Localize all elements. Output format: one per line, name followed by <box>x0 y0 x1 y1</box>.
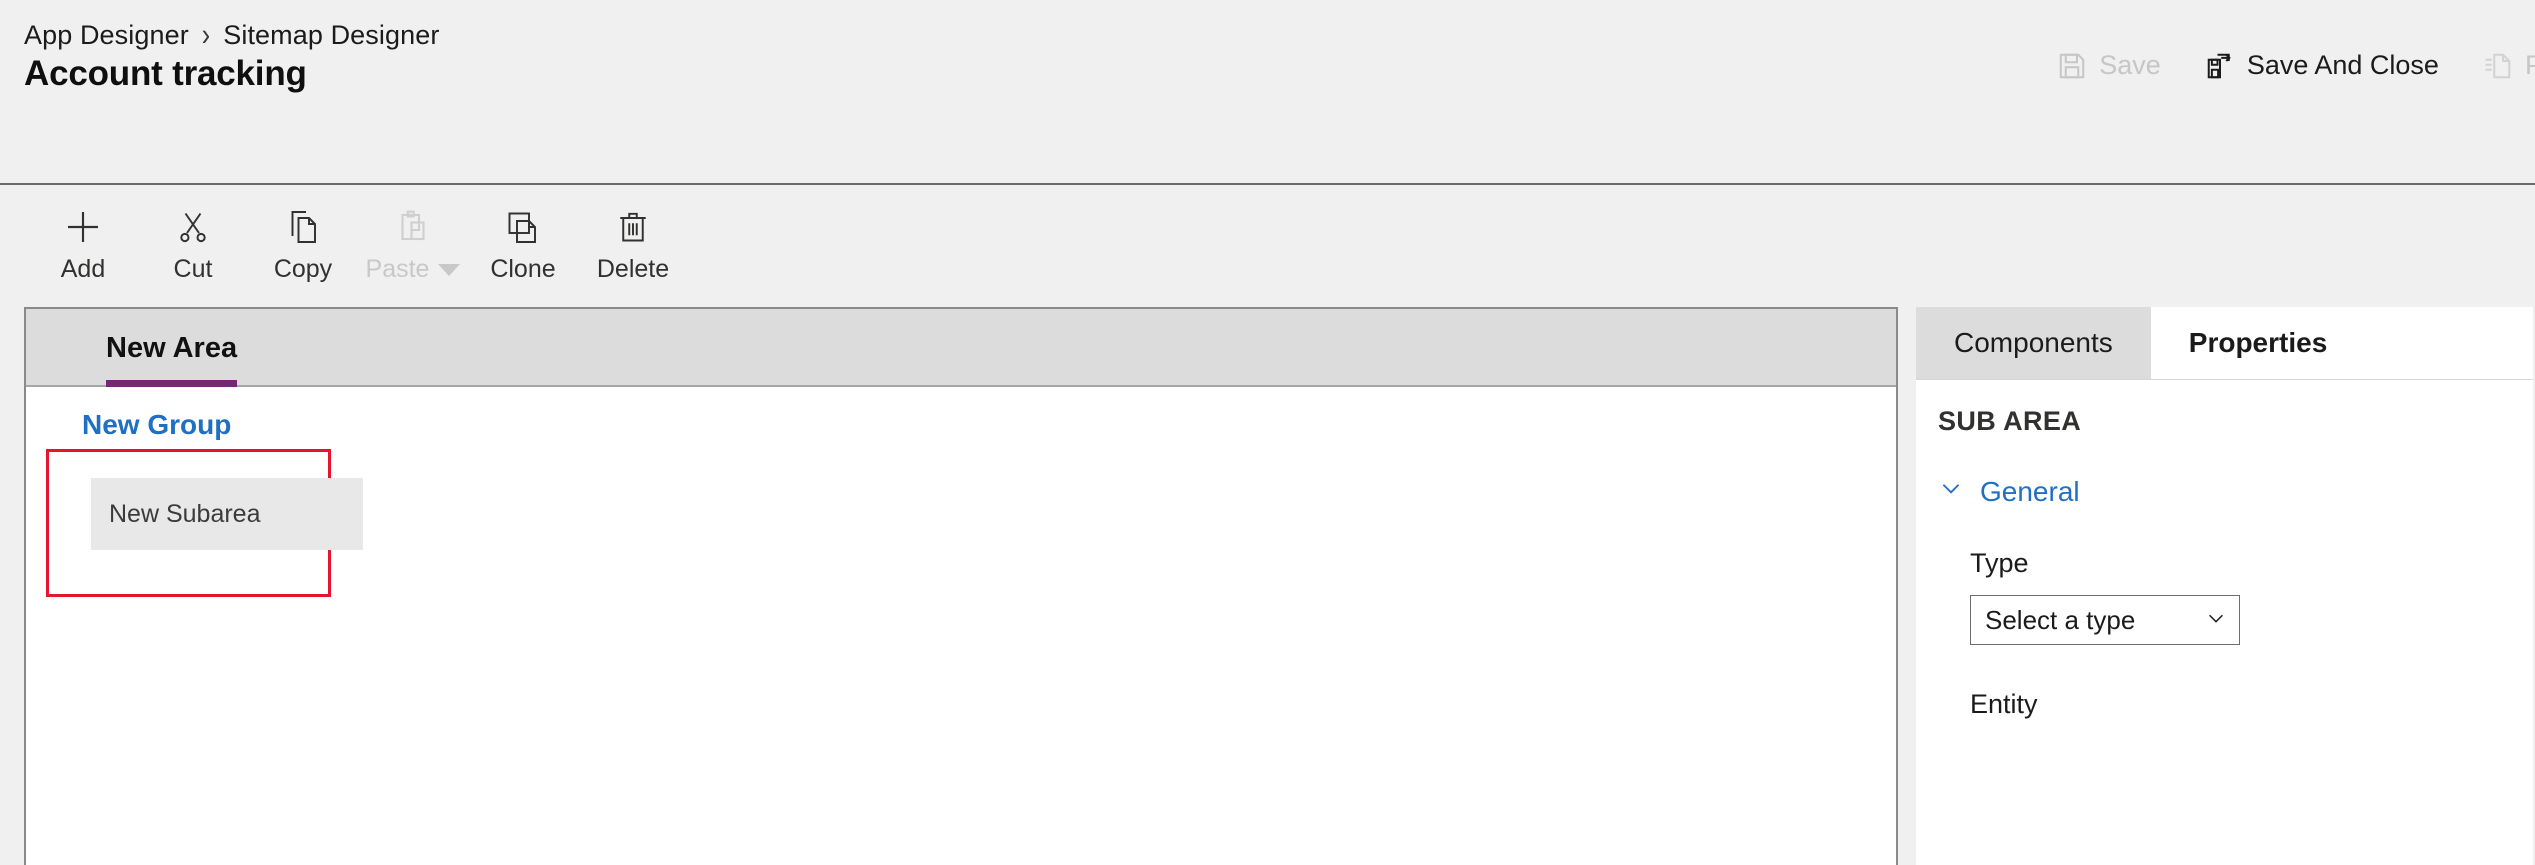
chevron-down-icon[interactable] <box>438 263 461 276</box>
save-and-close-icon <box>2205 51 2235 81</box>
publish-button[interactable]: Pub <box>2461 44 2535 87</box>
area-tabstrip: New Area <box>26 309 1896 387</box>
area-tab-new-area[interactable]: New Area <box>82 309 261 387</box>
paste-button-label: Paste <box>365 255 430 283</box>
sitemap-canvas: New Area New Group New Subarea <box>24 307 1898 865</box>
copy-button[interactable]: Copy <box>248 198 358 284</box>
selection-highlight: New Subarea <box>46 449 363 597</box>
publish-button-label: Pub <box>2524 50 2535 80</box>
tab-components[interactable]: Components <box>1916 307 2151 379</box>
app-header: App Designer › Sitemap Designer Account … <box>0 0 2535 185</box>
breadcrumb: App Designer › Sitemap Designer <box>24 17 439 53</box>
scissors-icon <box>175 206 211 248</box>
page-title: Account tracking <box>24 54 307 93</box>
type-dropdown[interactable]: Select a type <box>1970 595 2240 645</box>
group-title-new-group[interactable]: New Group <box>82 409 231 441</box>
type-dropdown-value: Select a type <box>1985 604 2136 635</box>
publish-icon <box>2483 51 2513 81</box>
save-and-close-button-label: Save And Close <box>2246 50 2439 80</box>
panel-body: SUB AREA General Type Select a type Enti… <box>1916 380 2533 865</box>
properties-panel: Components Properties SUB AREA General T… <box>1916 307 2533 865</box>
panel-tablist: Components Properties <box>1916 307 2533 380</box>
tab-properties[interactable]: Properties <box>2150 307 2366 379</box>
plus-icon <box>63 206 103 248</box>
designer-body: New Area New Group New Subarea Component… <box>0 307 2535 865</box>
cut-button[interactable]: Cut <box>138 198 248 284</box>
copy-icon <box>285 206 321 248</box>
section-general[interactable]: General <box>1938 475 2533 508</box>
clone-button-label: Clone <box>490 255 556 283</box>
add-button[interactable]: Add <box>28 198 138 284</box>
breadcrumb-item-app-designer[interactable]: App Designer <box>24 20 189 51</box>
section-general-label: General <box>1980 475 2080 507</box>
paste-button[interactable]: Paste <box>358 198 468 284</box>
breadcrumb-separator-icon: › <box>201 17 211 53</box>
trash-icon <box>615 206 651 248</box>
command-bar: Add Cut Copy Paste Clone Delete <box>0 185 2535 307</box>
add-button-label: Add <box>60 255 106 283</box>
clipboard-icon <box>395 206 431 248</box>
save-and-close-button[interactable]: Save And Close <box>2183 44 2461 87</box>
cut-button-label: Cut <box>173 255 213 283</box>
field-label-type: Type <box>1970 548 2029 578</box>
clone-button[interactable]: Clone <box>468 198 578 284</box>
header-action-bar: Save Save And Close P <box>2035 44 2535 87</box>
clone-icon <box>505 206 541 248</box>
save-button[interactable]: Save <box>2035 44 2183 87</box>
chevron-down-icon <box>2205 605 2227 636</box>
canvas-content: New Group New Subarea <box>26 387 1896 865</box>
delete-button[interactable]: Delete <box>578 198 688 284</box>
chevron-down-icon <box>1938 475 1964 508</box>
save-button-label: Save <box>2099 50 2161 80</box>
panel-heading-sub-area: SUB AREA <box>1938 406 2082 436</box>
delete-button-label: Delete <box>596 255 670 283</box>
field-label-entity: Entity <box>1970 689 2038 719</box>
breadcrumb-item-sitemap-designer[interactable]: Sitemap Designer <box>223 20 439 51</box>
save-icon <box>2057 51 2087 81</box>
subarea-tile-new-subarea[interactable]: New Subarea <box>91 478 363 550</box>
copy-button-label: Copy <box>273 255 333 283</box>
